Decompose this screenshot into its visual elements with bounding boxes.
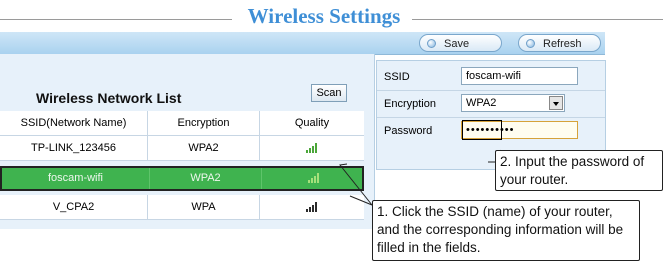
callout-step-1: 1. Click the SSID (name) of your router,…	[372, 200, 640, 261]
callout-step-2: 2. Input the password of your router.	[495, 150, 663, 191]
